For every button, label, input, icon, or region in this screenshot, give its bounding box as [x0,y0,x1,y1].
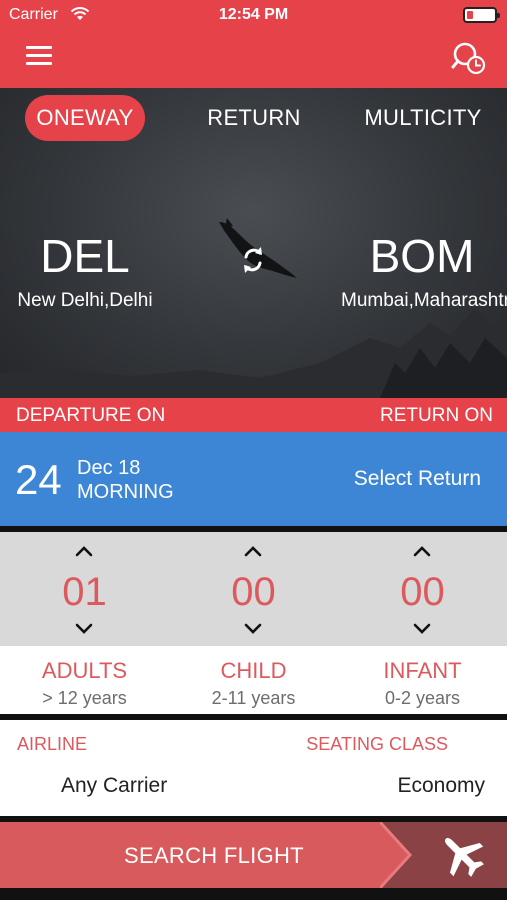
adults-label-group: ADULTS > 12 years [0,658,169,710]
infant-decrement-icon[interactable] [410,622,434,636]
tab-multicity[interactable]: MULTICITY [358,95,488,141]
child-label: CHILD [220,658,287,683]
origin-code: DEL [40,230,130,282]
hamburger-menu-icon[interactable] [26,46,52,68]
infant-label: INFANT [383,658,462,683]
clock: 12:54 PM [218,6,289,23]
flight-preferences: AIRLINE SEATING CLASS Any Carrier Econom… [0,720,507,816]
return-label: RETURN ON [380,405,493,426]
departure-day[interactable]: 24 [15,456,62,504]
infant-label-group: INFANT 0-2 years [338,658,507,710]
adults-increment-icon[interactable] [72,544,96,558]
search-flight-label: SEARCH FLIGHT [124,843,304,868]
destination-name: Mumbai,Maharashtra [341,290,507,311]
adults-count: 01 [62,570,107,614]
airline-label: AIRLINE [17,734,88,754]
airline-select[interactable]: Any Carrier [61,774,167,798]
destination-city[interactable]: BOM Mumbai,Maharashtra [337,228,507,313]
date-labels-bar: DEPARTURE ON RETURN ON [0,398,507,432]
origin-city[interactable]: DEL New Delhi,Delhi [0,228,170,313]
battery-icon [463,7,500,23]
infant-age-range: 0-2 years [384,688,461,708]
infant-counter: 00 [338,532,507,646]
select-return-button[interactable]: Select Return [354,467,481,491]
passenger-labels: ADULTS > 12 years CHILD 2-11 years INFAN… [0,646,507,714]
child-counter: 00 [169,532,338,646]
child-count: 00 [231,570,276,614]
child-age-range: 2-11 years [211,688,296,708]
swap-cities-icon[interactable] [217,216,305,300]
bottom-bar [0,888,507,900]
route-hero: ONEWAY RETURN MULTICITY DEL New Delhi,De… [0,88,507,398]
status-bar: Carrier 12:54 PM [0,0,507,30]
tab-oneway[interactable]: ONEWAY [25,95,145,141]
departure-label: DEPARTURE ON [16,405,166,426]
origin-name: New Delhi,Delhi [17,290,153,311]
adults-label: ADULTS [41,658,128,683]
infant-increment-icon[interactable] [410,544,434,558]
adults-decrement-icon[interactable] [72,622,96,636]
tab-return[interactable]: RETURN [200,95,308,141]
child-decrement-icon[interactable] [241,622,265,636]
departure-time-slot[interactable]: MORNING [77,480,174,504]
airplane-icon [444,837,484,877]
app-header [0,30,507,88]
date-selector: 24 Dec 18 MORNING Select Return [0,432,507,526]
destination-code: BOM [369,230,475,282]
search-history-icon[interactable] [451,40,487,76]
search-flight-button[interactable]: SEARCH FLIGHT [0,822,507,888]
child-label-group: CHILD 2-11 years [169,658,338,710]
seating-class-label: SEATING CLASS [306,734,448,754]
adults-counter: 01 [0,532,169,646]
seating-class-select[interactable]: Economy [397,774,485,798]
child-increment-icon[interactable] [241,544,265,558]
trip-type-tabs: ONEWAY RETURN MULTICITY [0,95,507,141]
passenger-counters: 01 00 00 [0,532,507,646]
departure-month-year[interactable]: Dec 18 [77,456,140,480]
infant-count: 00 [400,570,445,614]
adults-age-range: > 12 years [42,688,127,708]
